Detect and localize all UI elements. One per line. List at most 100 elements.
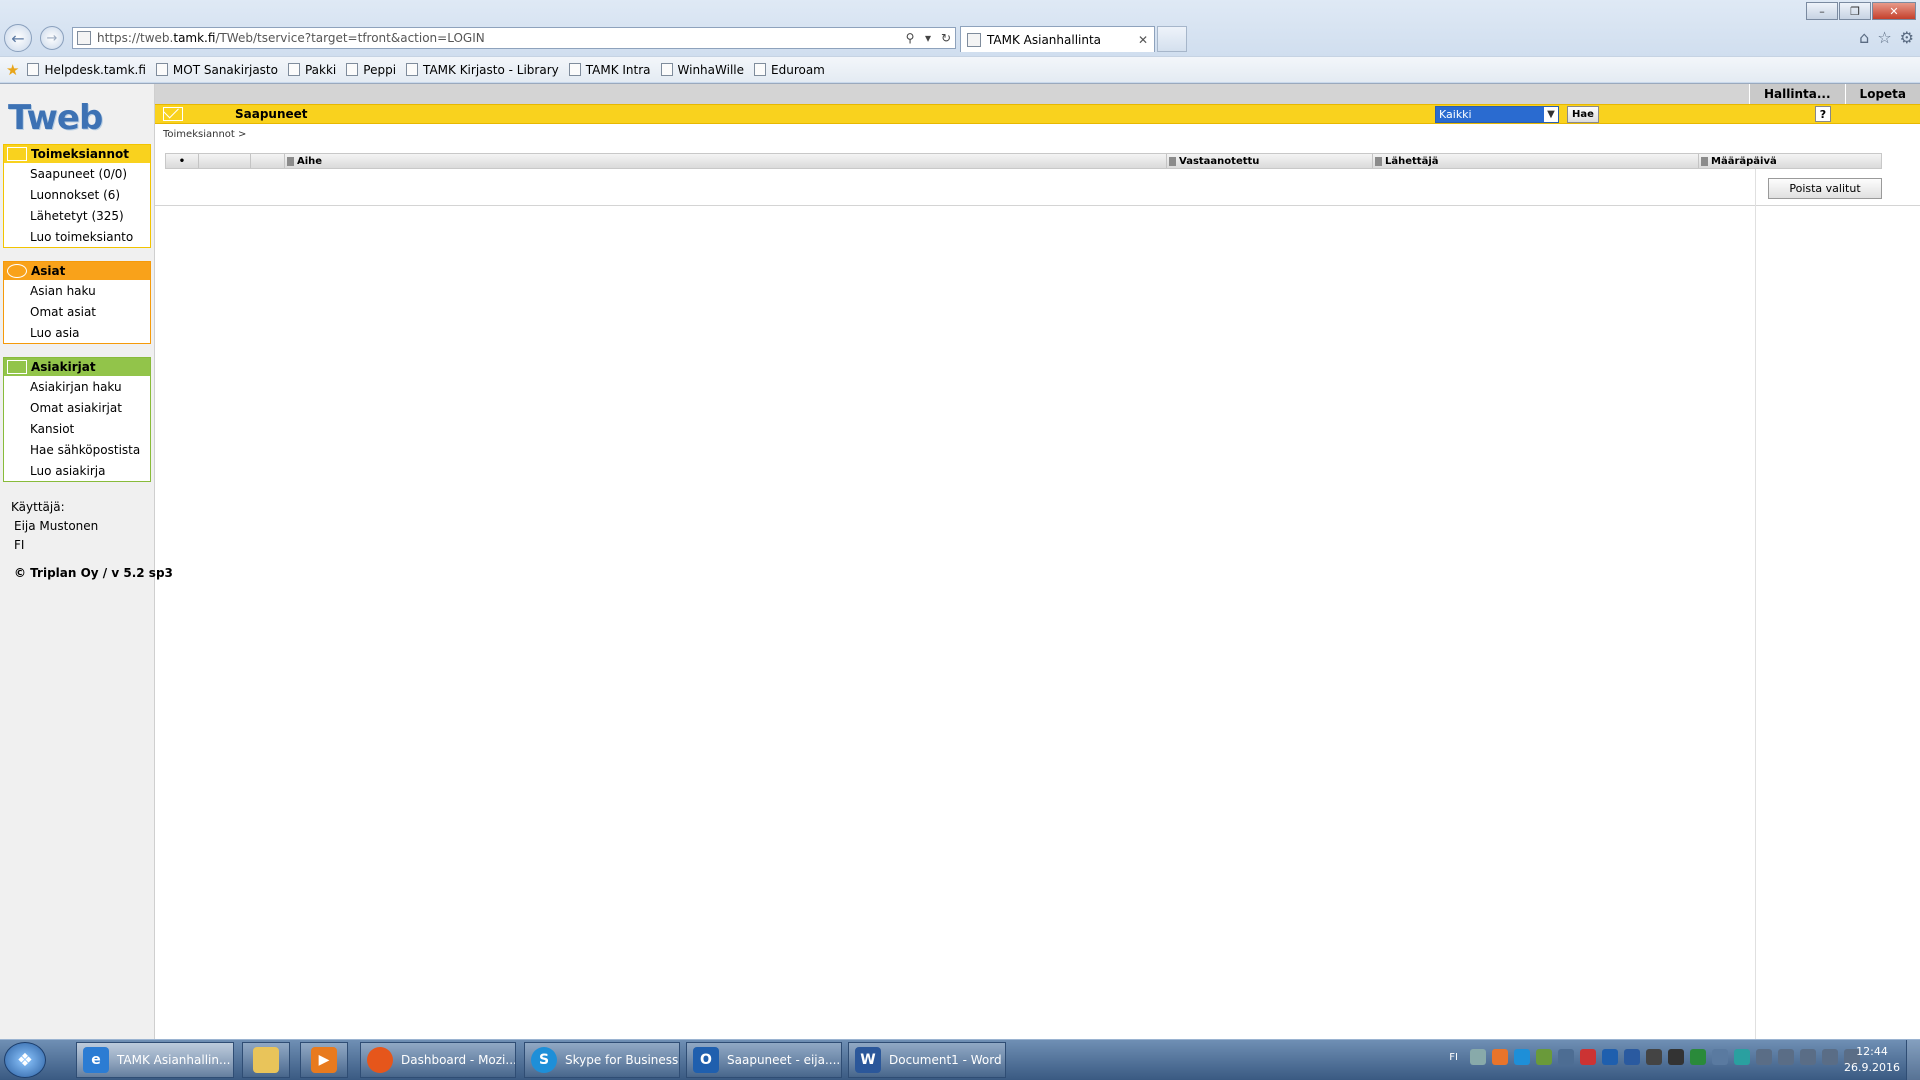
filter-selected-value: Kaikki: [1439, 108, 1472, 121]
sort-marker-icon: [287, 156, 294, 166]
app-tray-icon[interactable]: [1822, 1049, 1838, 1065]
wifi-icon[interactable]: [1558, 1049, 1574, 1065]
home-icon[interactable]: ⌂: [1859, 28, 1869, 47]
web-page: Tweb Toimeksiannot Saapuneet (0/0) Luonn…: [0, 84, 1920, 1039]
favorites-add-icon[interactable]: ★: [6, 61, 19, 79]
bluetooth-icon[interactable]: [1624, 1049, 1640, 1065]
help-button[interactable]: ?: [1815, 106, 1831, 122]
browser-tab[interactable]: TAMK Asianhallinta ✕: [960, 26, 1155, 52]
app-tray-icon[interactable]: [1668, 1049, 1684, 1065]
sidebar-item-luo-asia[interactable]: Luo asia: [4, 322, 150, 343]
tray-language[interactable]: FI: [1449, 1052, 1458, 1063]
address-url[interactable]: https://tweb.tamk.fi/TWeb/tservice?targe…: [97, 31, 901, 45]
refresh-icon[interactable]: ↻: [937, 31, 955, 45]
start-button[interactable]: ❖: [4, 1042, 46, 1078]
arrow-right-icon: →: [46, 30, 58, 46]
menu-header-toimeksiannot[interactable]: Toimeksiannot: [4, 145, 150, 163]
network-tray-icon[interactable]: [1536, 1049, 1552, 1065]
column-header-lahettaja[interactable]: Lähettäjä: [1372, 154, 1698, 168]
forward-button[interactable]: →: [40, 26, 64, 50]
column-header-vastaanotettu[interactable]: Vastaanotettu: [1166, 154, 1372, 168]
sidebar-item-asian-haku[interactable]: Asian haku: [4, 280, 150, 301]
search-button[interactable]: Hae: [1567, 106, 1599, 123]
delete-selected-button[interactable]: Poista valitut: [1768, 178, 1882, 199]
menu-title: Asiat: [31, 264, 66, 278]
new-tab-button[interactable]: [1157, 26, 1187, 52]
menu-asiakirjat: Asiakirjat Asiakirjan haku Omat asiakirj…: [3, 357, 151, 482]
language-selector[interactable]: FI: [14, 536, 98, 555]
page-icon: [346, 63, 359, 76]
taskbar-item-media-player[interactable]: ▶: [300, 1042, 348, 1078]
taskbar-item-explorer[interactable]: [242, 1042, 290, 1078]
antivirus-icon[interactable]: [1580, 1049, 1596, 1065]
sidebar-item-asiakirjan-haku[interactable]: Asiakirjan haku: [4, 376, 150, 397]
minimize-button[interactable]: –: [1806, 2, 1838, 20]
favorite-link[interactable]: Helpdesk.tamk.fi: [27, 63, 146, 77]
app-tray-icon[interactable]: [1734, 1049, 1750, 1065]
app-tray-icon[interactable]: [1646, 1049, 1662, 1065]
gear-icon[interactable]: ⚙: [1900, 28, 1914, 47]
tweb-logo[interactable]: Tweb: [8, 98, 103, 138]
breadcrumb[interactable]: Toimeksiannot >: [163, 129, 246, 140]
favorite-link[interactable]: TAMK Intra: [568, 63, 651, 77]
url-domain: tamk.fi: [173, 31, 216, 45]
outlook-tray-icon[interactable]: [1602, 1049, 1618, 1065]
close-window-button[interactable]: ✕: [1872, 2, 1916, 20]
sidebar-item-hae-sahkopostista[interactable]: Hae sähköpostista: [4, 439, 150, 460]
taskbar-item-label: Document1 - Word: [889, 1053, 1002, 1067]
search-icon[interactable]: ⚲: [901, 31, 919, 45]
column-label: Aihe: [297, 155, 323, 167]
sidebar-item-luo-toimeksianto[interactable]: Luo toimeksianto: [4, 226, 150, 247]
sidebar-item-kansiot[interactable]: Kansiot: [4, 418, 150, 439]
sidebar-item-omat-asiat[interactable]: Omat asiat: [4, 301, 150, 322]
sidebar-item-omat-asiakirjat[interactable]: Omat asiakirjat: [4, 397, 150, 418]
monitor-icon[interactable]: [1756, 1049, 1772, 1065]
favorite-link[interactable]: WinhaWille: [660, 63, 744, 77]
sidebar-item-saapuneet[interactable]: Saapuneet (0/0): [4, 163, 150, 184]
column-header-aihe[interactable]: Aihe: [284, 154, 1166, 168]
app-tray-icon[interactable]: [1800, 1049, 1816, 1065]
skype-tray-icon[interactable]: [1514, 1049, 1530, 1065]
app-tray-icon[interactable]: [1690, 1049, 1706, 1065]
back-button[interactable]: ←: [4, 24, 32, 52]
restore-button[interactable]: ❐: [1839, 2, 1871, 20]
menu-asiat: Asiat Asian haku Omat asiat Luo asia: [3, 261, 151, 344]
outlook-icon: O: [693, 1047, 719, 1073]
menu-title: Asiakirjat: [31, 360, 96, 374]
sidebar-item-luo-asiakirja[interactable]: Luo asiakirja: [4, 460, 150, 481]
column-header-maarapaiva[interactable]: Määräpäivä: [1698, 154, 1883, 168]
menu-header-asiat[interactable]: Asiat: [4, 262, 150, 280]
browser-chrome: – ❐ ✕ ← → https://tweb.tamk.fi/TWeb/tser…: [0, 0, 1920, 84]
flag-icon[interactable]: [1778, 1049, 1794, 1065]
app-tray-icon[interactable]: [1712, 1049, 1728, 1065]
select-all-column[interactable]: •: [166, 154, 198, 168]
favorite-link[interactable]: TAMK Kirjasto - Library: [406, 63, 559, 77]
taskbar-item-outlook[interactable]: O Saapuneet - eija....: [686, 1042, 842, 1078]
sidebar: Tweb Toimeksiannot Saapuneet (0/0) Luonn…: [0, 84, 173, 1039]
favorite-link[interactable]: Pakki: [287, 63, 336, 77]
filter-select[interactable]: Kaikki ▼: [1435, 106, 1559, 123]
taskbar-item-firefox[interactable]: Dashboard - Mozi...: [360, 1042, 516, 1078]
app-tray-icon[interactable]: [1492, 1049, 1508, 1065]
show-desktop-button[interactable]: [1906, 1040, 1920, 1080]
keyboard-icon[interactable]: [1470, 1049, 1486, 1065]
admin-link[interactable]: Hallinta...: [1749, 84, 1845, 104]
system-clock[interactable]: 12:44 26.9.2016: [1844, 1044, 1900, 1076]
favorite-link[interactable]: Eduroam: [754, 63, 825, 77]
taskbar-item-skype[interactable]: S Skype for Business: [524, 1042, 680, 1078]
page-title: Saapuneet: [235, 107, 308, 121]
tab-close-icon[interactable]: ✕: [1138, 33, 1148, 47]
divider: [155, 205, 1920, 206]
taskbar-item-ie[interactable]: e TAMK Asianhallin...: [76, 1042, 234, 1078]
address-bar[interactable]: https://tweb.tamk.fi/TWeb/tservice?targe…: [72, 27, 956, 49]
sidebar-item-lahetetyt[interactable]: Lähetetyt (325): [4, 205, 150, 226]
dropdown-arrow-icon[interactable]: ▾: [919, 31, 937, 45]
sidebar-item-luonnokset[interactable]: Luonnokset (6): [4, 184, 150, 205]
logout-link[interactable]: Lopeta: [1844, 84, 1920, 104]
favorite-link[interactable]: MOT Sanakirjasto: [155, 63, 278, 77]
menu-header-asiakirjat[interactable]: Asiakirjat: [4, 358, 150, 376]
favorites-star-icon[interactable]: ☆: [1877, 28, 1891, 47]
favorite-link[interactable]: Peppi: [346, 63, 396, 77]
favorite-label: TAMK Kirjasto - Library: [423, 62, 559, 77]
taskbar-item-word[interactable]: W Document1 - Word: [848, 1042, 1006, 1078]
